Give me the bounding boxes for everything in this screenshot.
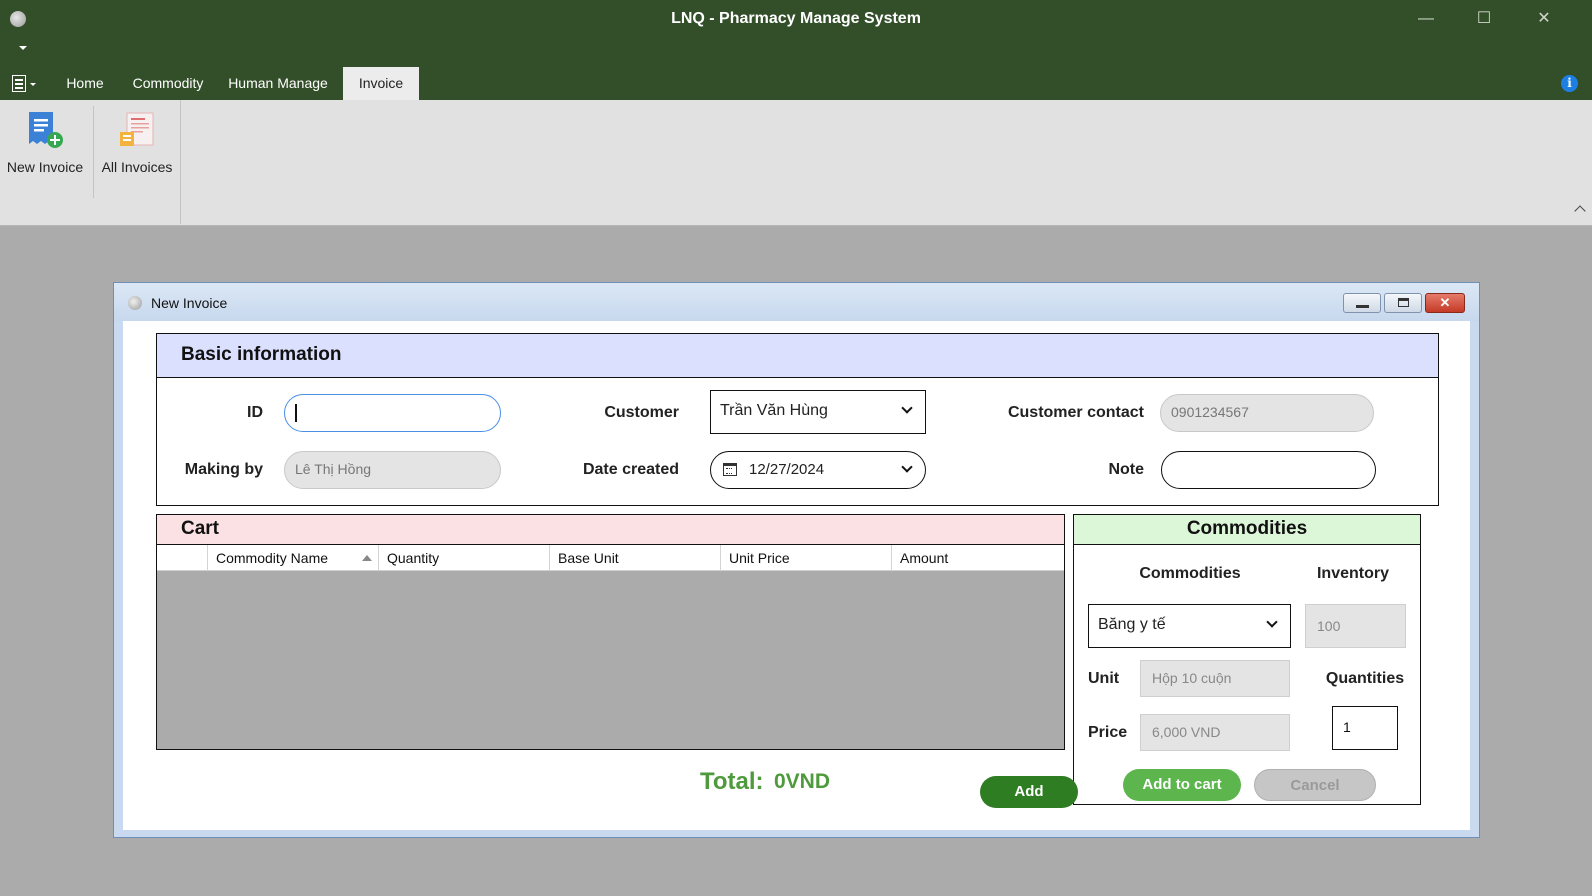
child-minimize-button[interactable] bbox=[1343, 293, 1381, 313]
info-icon[interactable]: i bbox=[1561, 75, 1578, 92]
note-label: Note bbox=[1108, 461, 1144, 478]
customer-contact-field: 0901234567 bbox=[1160, 394, 1374, 432]
note-input[interactable] bbox=[1161, 451, 1376, 489]
all-invoices-label: All Invoices bbox=[101, 159, 173, 175]
collapse-ribbon-icon[interactable] bbox=[1574, 205, 1586, 217]
ribbon-tabs: Home Commodity Human Manage Invoice i bbox=[0, 66, 1592, 100]
application-menu-icon[interactable] bbox=[12, 75, 38, 93]
inventory-label: Inventory bbox=[1316, 565, 1389, 582]
child-close-button[interactable]: ✕ bbox=[1425, 293, 1465, 313]
row-header-column[interactable] bbox=[157, 545, 208, 571]
column-quantity[interactable]: Quantity bbox=[379, 545, 550, 571]
commodities-header: Commodities bbox=[1074, 515, 1420, 545]
ribbon-group-separator bbox=[180, 100, 181, 224]
add-to-cart-button[interactable]: Add to cart bbox=[1123, 769, 1241, 801]
unit-label: Unit bbox=[1088, 670, 1120, 687]
price-label: Price bbox=[1088, 724, 1128, 741]
commodities-panel: Commodities Commodities Inventory Băng y… bbox=[1073, 514, 1421, 805]
unit-field: Hộp 10 cuộn bbox=[1140, 660, 1290, 697]
tab-home[interactable]: Home bbox=[56, 67, 114, 100]
title-bar: LNQ - Pharmacy Manage System — ☐ ✕ bbox=[0, 0, 1592, 38]
tab-invoice[interactable]: Invoice bbox=[343, 67, 419, 100]
cancel-button[interactable]: Cancel bbox=[1254, 769, 1376, 801]
ribbon-separator bbox=[93, 106, 94, 198]
id-label: ID bbox=[247, 404, 263, 421]
chevron-down-icon bbox=[901, 461, 913, 473]
date-created-value: 12/27/2024 bbox=[749, 461, 825, 478]
maximize-icon[interactable]: ☐ bbox=[1456, 0, 1512, 38]
close-icon[interactable]: ✕ bbox=[1516, 0, 1572, 38]
tab-commodity[interactable]: Commodity bbox=[124, 67, 212, 100]
quantities-label: Quantities bbox=[1325, 670, 1405, 687]
chevron-down-icon bbox=[1266, 616, 1278, 628]
new-invoice-label: New Invoice bbox=[6, 159, 84, 175]
column-commodity-name[interactable]: Commodity Name bbox=[208, 545, 379, 571]
quick-access-toolbar bbox=[0, 38, 1592, 66]
all-invoices-button[interactable]: All Invoices bbox=[100, 110, 174, 175]
column-amount[interactable]: Amount bbox=[892, 545, 1063, 571]
app-title: LNQ - Pharmacy Manage System bbox=[671, 10, 921, 27]
minimize-icon[interactable]: — bbox=[1398, 0, 1454, 38]
child-window-icon bbox=[128, 296, 142, 310]
price-field: 6,000 VND bbox=[1140, 714, 1290, 751]
total-label: Total: bbox=[700, 768, 764, 795]
cart-grid-header: Commodity Name Quantity Base Unit Unit P… bbox=[157, 545, 1064, 571]
tab-human-manage[interactable]: Human Manage bbox=[222, 67, 334, 100]
basic-info-panel: Basic information ID Making by Lê Thị Hồ… bbox=[156, 333, 1439, 506]
new-invoice-window: New Invoice ✕ Basic information ID Makin… bbox=[113, 282, 1480, 838]
new-invoice-icon bbox=[29, 112, 63, 148]
calendar-icon bbox=[723, 463, 737, 476]
commodity-value: Băng y tế bbox=[1098, 616, 1166, 633]
child-window-title: New Invoice bbox=[151, 295, 228, 311]
column-commodity-name-label: Commodity Name bbox=[216, 550, 329, 566]
customer-combobox[interactable]: Trần Văn Hùng bbox=[710, 390, 926, 434]
column-base-unit[interactable]: Base Unit bbox=[550, 545, 721, 571]
customer-contact-label: Customer contact bbox=[1007, 404, 1144, 421]
date-created-picker[interactable]: 12/27/2024 bbox=[710, 451, 926, 489]
cart-panel: Cart Commodity Name Quantity Base Unit U… bbox=[156, 514, 1065, 750]
all-invoices-icon bbox=[120, 112, 154, 146]
cart-grid[interactable]: Commodity Name Quantity Base Unit Unit P… bbox=[157, 545, 1064, 749]
quantities-input[interactable]: 1 bbox=[1332, 706, 1398, 750]
total-value: 0VND bbox=[774, 770, 831, 793]
id-input[interactable] bbox=[284, 394, 501, 432]
making-by-field: Lê Thị Hồng bbox=[284, 451, 501, 489]
chevron-down-icon bbox=[901, 402, 913, 414]
commodities-label: Commodities bbox=[1139, 565, 1241, 582]
quick-access-dropdown-icon[interactable] bbox=[19, 46, 27, 50]
column-unit-price[interactable]: Unit Price bbox=[721, 545, 892, 571]
child-maximize-button[interactable] bbox=[1384, 293, 1422, 313]
child-title-bar[interactable]: New Invoice ✕ bbox=[114, 283, 1479, 321]
sort-ascending-icon bbox=[362, 555, 372, 561]
customer-label: Customer bbox=[604, 404, 679, 421]
commodity-combobox[interactable]: Băng y tế bbox=[1088, 604, 1291, 648]
making-by-label: Making by bbox=[184, 461, 263, 478]
date-created-label: Date created bbox=[582, 461, 679, 478]
ribbon-panel: New Invoice All Invoices bbox=[0, 100, 1592, 226]
basic-info-header: Basic information bbox=[157, 334, 1438, 378]
invoice-form: Basic information ID Making by Lê Thị Hồ… bbox=[123, 321, 1470, 830]
customer-value: Trần Văn Hùng bbox=[720, 402, 828, 419]
add-invoice-button[interactable]: Add bbox=[980, 776, 1078, 808]
new-invoice-button[interactable]: New Invoice bbox=[6, 110, 84, 175]
inventory-field: 100 bbox=[1305, 604, 1406, 648]
cart-header: Cart bbox=[157, 515, 1064, 545]
